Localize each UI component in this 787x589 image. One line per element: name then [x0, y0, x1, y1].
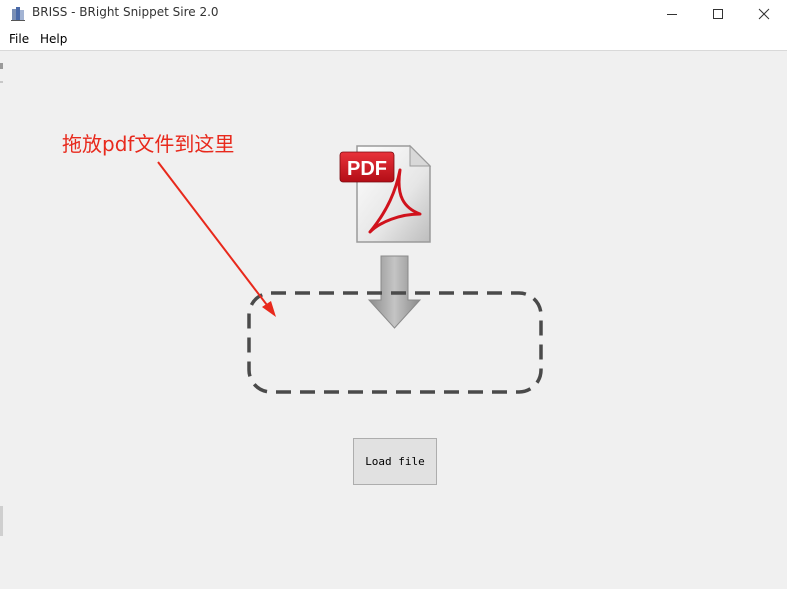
drop-graphics: PDF	[157, 144, 543, 394]
drop-hint-annotation: 拖放pdf文件到这里	[62, 132, 235, 156]
load-file-button[interactable]: Load file	[353, 438, 437, 485]
red-pointer-arrow	[157, 161, 276, 317]
briss-window: BRISS - BRight Snippet Sire 2.0 File Hel…	[0, 0, 787, 589]
pdf-label: PDF	[347, 158, 387, 180]
